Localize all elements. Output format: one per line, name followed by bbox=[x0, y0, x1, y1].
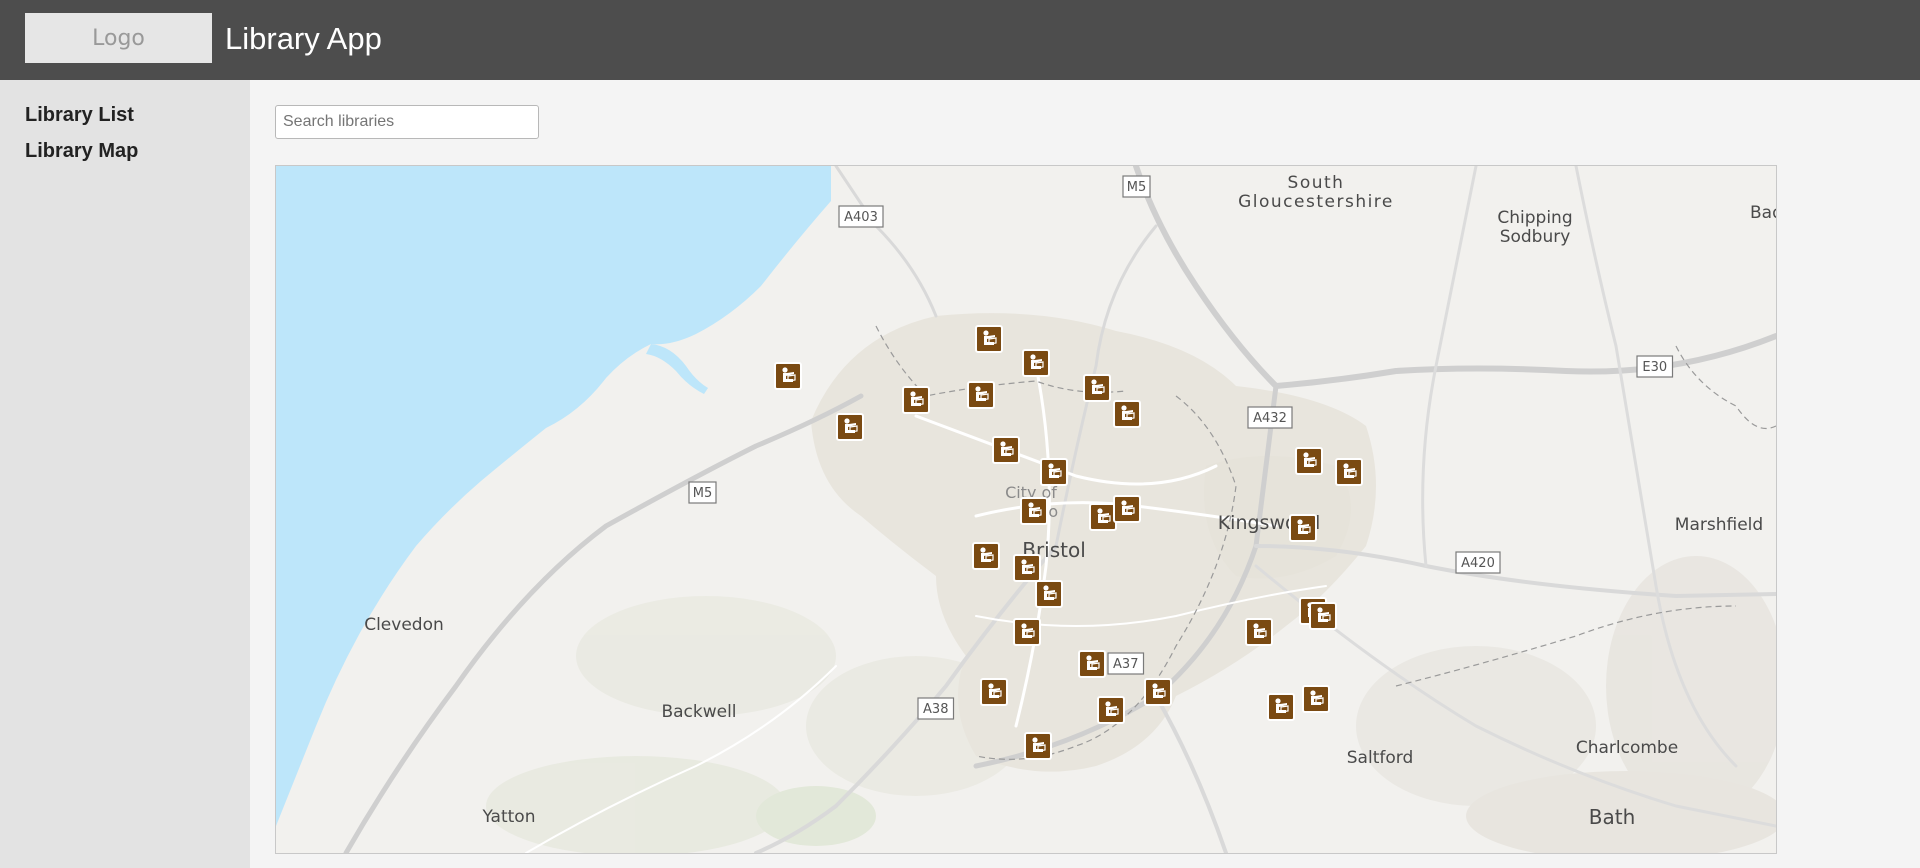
svg-text:A432: A432 bbox=[1253, 411, 1287, 426]
sidebar-item-library-map[interactable]: Library Map bbox=[25, 140, 138, 163]
library-marker[interactable] bbox=[1113, 400, 1141, 428]
library-marker[interactable] bbox=[975, 325, 1003, 353]
library-marker[interactable] bbox=[1089, 503, 1117, 531]
road-shield-a37: A37 bbox=[1107, 652, 1145, 675]
sidebar-item-library-list[interactable]: Library List bbox=[25, 104, 134, 127]
library-map[interactable]: SouthGloucestershireChippingSodburyBadKi… bbox=[275, 165, 1777, 854]
svg-text:A403: A403 bbox=[844, 210, 878, 225]
road-shield-e30: E30 bbox=[1636, 355, 1674, 378]
library-marker[interactable] bbox=[1245, 618, 1273, 646]
road-shield-a432: A432 bbox=[1247, 406, 1293, 429]
library-marker[interactable] bbox=[1309, 602, 1337, 630]
svg-text:M5: M5 bbox=[693, 486, 713, 501]
svg-text:A37: A37 bbox=[1113, 657, 1138, 672]
place-label-charlcombe: Charlcombe bbox=[1576, 738, 1678, 758]
svg-text:M5: M5 bbox=[1127, 180, 1147, 195]
place-label-bad: Bad bbox=[1750, 203, 1776, 223]
place-label-bath: Bath bbox=[1589, 805, 1636, 829]
library-marker[interactable] bbox=[1144, 678, 1172, 706]
library-marker[interactable] bbox=[1113, 495, 1141, 523]
library-marker[interactable] bbox=[972, 542, 1000, 570]
library-marker[interactable] bbox=[1267, 693, 1295, 721]
app-header: Logo Library App bbox=[0, 0, 1920, 80]
library-marker[interactable] bbox=[1040, 458, 1068, 486]
svg-text:A38: A38 bbox=[923, 702, 948, 717]
road-shield-a403: A403 bbox=[838, 205, 884, 228]
svg-text:E30: E30 bbox=[1642, 360, 1667, 375]
library-marker[interactable] bbox=[1020, 497, 1048, 525]
library-marker[interactable] bbox=[836, 413, 864, 441]
library-marker[interactable] bbox=[980, 678, 1008, 706]
search-input[interactable] bbox=[275, 105, 539, 139]
library-marker[interactable] bbox=[992, 436, 1020, 464]
sidebar: Library List Library Map bbox=[0, 80, 250, 868]
library-marker[interactable] bbox=[902, 386, 930, 414]
library-marker[interactable] bbox=[1013, 618, 1041, 646]
place-label-south-glos-2: Gloucestershire bbox=[1238, 192, 1394, 212]
library-marker[interactable] bbox=[1024, 732, 1052, 760]
road-shield-a38: A38 bbox=[917, 697, 955, 720]
library-marker[interactable] bbox=[1078, 650, 1106, 678]
library-marker[interactable] bbox=[967, 381, 995, 409]
road-shield-a420: A420 bbox=[1455, 551, 1501, 574]
app-title: Library App bbox=[225, 21, 382, 56]
road-shield-m5-north: M5 bbox=[1122, 175, 1151, 198]
logo[interactable]: Logo bbox=[25, 13, 212, 63]
place-label-yatton: Yatton bbox=[482, 807, 536, 827]
place-label-marshfield: Marshfield bbox=[1675, 515, 1763, 535]
place-label-backwell: Backwell bbox=[661, 702, 736, 722]
place-label-chipping: Chipping bbox=[1497, 208, 1572, 228]
place-label-sodbury: Sodbury bbox=[1500, 227, 1571, 247]
place-label-clevedon: Clevedon bbox=[364, 615, 444, 635]
library-marker[interactable] bbox=[1289, 514, 1317, 542]
library-marker[interactable] bbox=[774, 362, 802, 390]
library-marker[interactable] bbox=[1302, 685, 1330, 713]
library-marker[interactable] bbox=[1083, 374, 1111, 402]
library-marker[interactable] bbox=[1022, 349, 1050, 377]
place-label-saltford: Saltford bbox=[1347, 748, 1413, 768]
library-marker[interactable] bbox=[1013, 554, 1041, 582]
place-label-south-glos: South bbox=[1288, 173, 1345, 193]
library-marker[interactable] bbox=[1335, 458, 1363, 486]
library-marker[interactable] bbox=[1035, 580, 1063, 608]
library-marker[interactable] bbox=[1097, 696, 1125, 724]
road-shield-m5-west: M5 bbox=[688, 481, 717, 504]
svg-text:A420: A420 bbox=[1461, 556, 1495, 571]
library-marker[interactable] bbox=[1295, 447, 1323, 475]
map-canvas[interactable]: SouthGloucestershireChippingSodburyBadKi… bbox=[276, 166, 1776, 853]
